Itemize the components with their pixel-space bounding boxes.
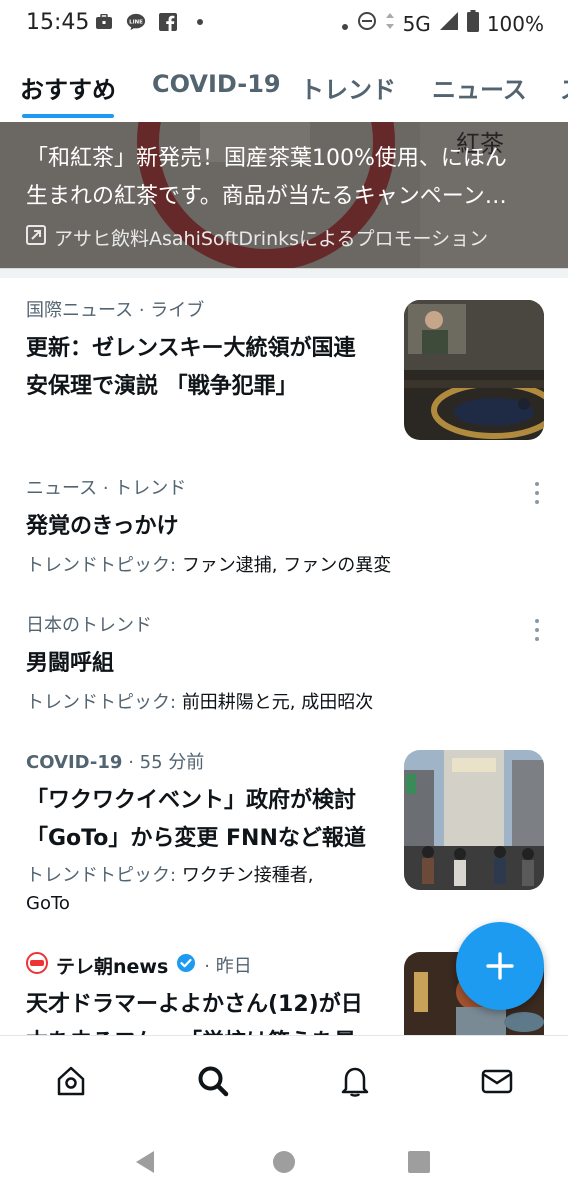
system-navigation-bar (0, 1125, 568, 1200)
tv-asahi-logo-icon (26, 952, 48, 982)
item-headline: 発覚のきっかけ (26, 514, 179, 539)
headline-line-1: 更新：ゼレンスキー大統領が国連 (26, 336, 356, 361)
home-icon[interactable] (54, 1064, 88, 1098)
meta-time: · 昨日 (204, 956, 252, 977)
dot-icon (341, 12, 349, 36)
promo-byline-text: アサヒ飲料AsahiSoftDrinksによるプロモーション (54, 228, 489, 250)
bottom-navigation (0, 1035, 568, 1126)
source-name: テレ朝news (56, 956, 169, 978)
do-not-disturb-icon (357, 11, 377, 36)
item-trending-topics: トレンドトピック: 前田耕陽と元, 成田昭次 (26, 689, 546, 717)
svg-text:LINE: LINE (129, 19, 143, 25)
recents-square-icon[interactable] (408, 1151, 430, 1177)
news-thumbnail-un[interactable] (404, 300, 544, 440)
item-headline: 男闘呼組 (26, 651, 115, 676)
section-divider (0, 268, 568, 278)
item-meta: ニュース · トレンド (26, 478, 187, 499)
battery-icon (466, 10, 479, 37)
more-options-icon[interactable] (534, 482, 540, 504)
item-meta: 日本のトレンド (26, 615, 152, 636)
headline-line-1: 「ワクワクイベント」政府が検討 (26, 788, 357, 813)
topics-values: ファン逮捕, ファンの異変 (181, 555, 392, 576)
tab-next-partial[interactable]: ス (560, 70, 568, 105)
explore-tabs: おすすめ COVID-19 トレンド ニュース ス (0, 46, 568, 122)
trend-item-1[interactable]: ニュース · トレンド 発覚のきっかけ トレンドトピック: ファン逮捕, ファン… (26, 476, 546, 580)
dot-icon (190, 12, 210, 32)
battery-level: 100% (486, 11, 544, 36)
promoted-arrow-icon (26, 225, 46, 250)
topics-label: トレンドトピック: (26, 555, 177, 576)
notification-icons: LINE (94, 12, 210, 32)
tab-trends[interactable]: トレンド (300, 70, 396, 105)
search-icon[interactable] (196, 1064, 230, 1098)
topics-values-2: GoTo (26, 893, 70, 914)
news-thumbnail-city[interactable] (404, 750, 544, 890)
messages-mail-icon[interactable] (480, 1064, 514, 1098)
topics-values: 前田耕陽と元, 成田昭次 (181, 692, 374, 713)
promo-text: 「和紅茶」新発売！国産茶葉100%使用、にほん 生まれの紅茶です。商品が当たるキ… (26, 140, 546, 216)
meta-time: · 55 分前 (128, 752, 205, 773)
trend-item-2[interactable]: 日本のトレンド 男闘呼組 トレンドトピック: 前田耕陽と元, 成田昭次 (26, 613, 546, 717)
tab-covid19[interactable]: COVID-19 (152, 70, 281, 98)
meta-tag: COVID-19 (26, 752, 123, 773)
notifications-bell-icon[interactable] (338, 1064, 372, 1098)
item-trending-topics: トレンドトピック: ファン逮捕, ファンの異変 (26, 552, 546, 580)
item-headline: 更新：ゼレンスキー大統領が国連 安保理で演説 「戦争犯罪」 (26, 330, 396, 406)
signal-icon (439, 11, 459, 36)
plus-icon (486, 952, 514, 980)
headline-line-2: 「GoTo」から変更 FNNなど報道 (26, 826, 366, 851)
status-bar: 15:45 LINE 5G 100% (0, 0, 568, 46)
tab-recommended[interactable]: おすすめ (20, 70, 116, 105)
more-options-icon[interactable] (534, 619, 540, 641)
home-circle-icon[interactable] (272, 1150, 296, 1178)
network-type: 5G (402, 11, 431, 36)
headline-line-1: 天才ドラマーよよかさん(12)が日 (26, 992, 363, 1017)
item-trending-topics: トレンドトピック: ワクチン接種者, GoTo (26, 862, 396, 918)
topics-label: トレンドトピック: (26, 692, 177, 713)
promoted-banner[interactable]: 紅茶 「和紅茶」新発売！国産茶葉100%使用、にほん 生まれの紅茶です。商品が当… (0, 122, 568, 268)
topics-values: ワクチン接種者, (181, 865, 314, 886)
compose-button[interactable] (456, 922, 544, 1010)
promo-line-2: 生まれの紅茶です。商品が当たるキャンペーン… (26, 184, 507, 209)
verified-badge-icon (176, 953, 196, 981)
line-app-icon: LINE (126, 12, 146, 32)
status-time: 15:45 (26, 10, 90, 35)
topics-label: トレンドトピック: (26, 865, 177, 886)
promo-byline: アサヒ飲料AsahiSoftDrinksによるプロモーション (26, 224, 488, 251)
facebook-icon (158, 12, 178, 32)
back-icon[interactable] (132, 1149, 158, 1179)
item-headline: 「ワクワクイベント」政府が検討 「GoTo」から変更 FNNなど報道 (26, 782, 396, 858)
promo-line-1: 「和紅茶」新発売！国産茶葉100%使用、にほん (26, 146, 507, 171)
headline-line-2: 安保理で演説 「戦争犯罪」 (26, 374, 298, 399)
active-tab-indicator (22, 114, 114, 118)
data-arrows-icon (385, 11, 395, 36)
briefcase-icon (94, 12, 114, 32)
system-status: 5G 100% (341, 10, 544, 37)
tab-news[interactable]: ニュース (432, 70, 527, 105)
